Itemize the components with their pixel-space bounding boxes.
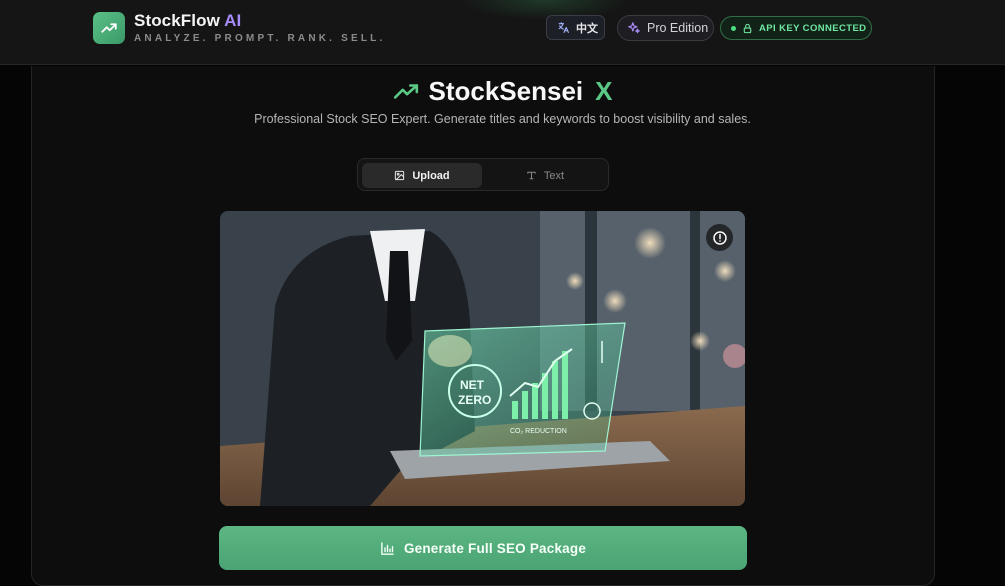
header-glow xyxy=(460,0,630,20)
title-suffix: X xyxy=(595,76,613,106)
tab-upload[interactable]: Upload xyxy=(362,163,482,188)
brand-name-text: StockFlow xyxy=(134,11,220,30)
brand-name-ai: AI xyxy=(224,11,242,30)
bokeh-light xyxy=(566,272,584,290)
edition-label: Pro Edition xyxy=(647,21,709,35)
lock-icon xyxy=(743,23,752,33)
tie xyxy=(386,251,412,361)
translate-icon xyxy=(558,22,569,33)
alert-circle-icon xyxy=(712,230,727,245)
pro-edition-button[interactable]: Pro Edition xyxy=(617,15,714,41)
title-text: StockSensei xyxy=(428,76,584,106)
holo-bar xyxy=(512,401,518,419)
net-zero-text-2: ZERO xyxy=(458,393,491,407)
brand-name: StockFlow AI xyxy=(134,11,241,31)
bar-chart-icon xyxy=(381,541,394,555)
generate-seo-package-button[interactable]: Generate Full SEO Package xyxy=(219,526,747,570)
holo-bar xyxy=(532,383,538,419)
input-mode-tabs: Upload Text xyxy=(357,158,609,191)
bokeh-light xyxy=(690,331,710,351)
holo-bar xyxy=(562,351,568,419)
bokeh-light xyxy=(603,289,627,313)
language-toggle-button[interactable]: 中文 xyxy=(546,15,605,40)
preview-image: NET ZERO CO₂ REDUCTION xyxy=(220,211,745,506)
bokeh-light xyxy=(714,260,736,282)
trending-up-icon xyxy=(393,83,418,99)
holo-bar xyxy=(522,391,528,419)
generate-button-label: Generate Full SEO Package xyxy=(403,540,587,556)
brand-tagline: ANALYZE. PROMPT. RANK. SELL. xyxy=(134,33,386,44)
uploaded-image-preview[interactable]: NET ZERO CO₂ REDUCTION xyxy=(220,211,745,506)
type-icon xyxy=(527,171,536,180)
brand-logo[interactable] xyxy=(93,12,125,44)
page-title: StockSensei X xyxy=(0,76,1005,107)
image-info-button[interactable] xyxy=(706,224,733,251)
holo-bar xyxy=(552,361,558,419)
image-icon xyxy=(395,170,405,181)
tab-text-label: Text xyxy=(543,169,565,182)
holographic-panel xyxy=(419,322,626,457)
trending-up-icon xyxy=(101,23,117,33)
tab-text[interactable]: Text xyxy=(484,163,606,188)
page-subtitle: Professional Stock SEO Expert. Generate … xyxy=(254,112,751,126)
tab-upload-label: Upload xyxy=(412,169,450,182)
api-key-status-badge[interactable]: API KEY CONNECTED xyxy=(720,16,872,40)
sparkles-icon xyxy=(628,22,640,34)
top-navigation-bar: StockFlow AI ANALYZE. PROMPT. RANK. SELL… xyxy=(0,0,1005,65)
api-status-label: API KEY CONNECTED xyxy=(759,22,867,34)
language-label: 中文 xyxy=(576,22,598,35)
bokeh-light xyxy=(634,227,666,259)
co2-reduction-text: CO₂ REDUCTION xyxy=(510,428,567,435)
net-zero-text: NET xyxy=(460,378,485,392)
status-dot xyxy=(731,25,736,31)
